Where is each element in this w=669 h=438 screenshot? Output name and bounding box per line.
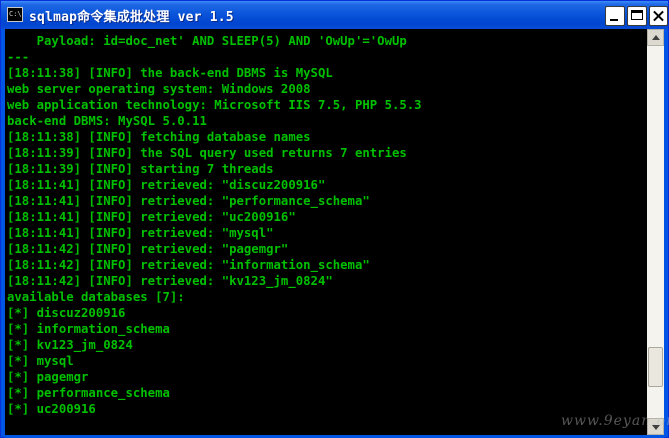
console-line: [*] uc200916	[7, 402, 96, 416]
console-line: [18:11:41] [INFO] retrieved: "performanc…	[7, 194, 370, 208]
console-app-icon[interactable]: C:\	[7, 7, 23, 22]
console-line: Payload: id=doc_net' AND SLEEP(5) AND 'O…	[7, 34, 407, 48]
console-line: ---	[7, 50, 30, 64]
minimize-icon	[610, 19, 618, 21]
watermark: www.9eyan.org	[561, 413, 669, 429]
console-line: available databases [7]:	[7, 290, 185, 304]
console-line: [*] mysql	[7, 354, 74, 368]
console-line: [18:11:42] [INFO] retrieved: "informatio…	[7, 258, 370, 272]
close-icon	[650, 7, 667, 25]
console-line: [*] performance_schema	[7, 386, 170, 400]
maximize-button[interactable]	[627, 6, 647, 26]
console-line: [18:11:41] [INFO] retrieved: "mysql"	[7, 226, 274, 240]
arrow-up-icon	[652, 35, 660, 40]
maximize-icon	[631, 10, 643, 20]
console-line: [*] pagemgr	[7, 370, 89, 384]
scroll-up-button[interactable]	[647, 29, 664, 46]
minimize-button[interactable]	[605, 6, 625, 26]
console-line: [18:11:41] [INFO] retrieved: "uc200916"	[7, 210, 296, 224]
console-line: [18:11:38] [INFO] fetching database name…	[7, 130, 311, 144]
console-output[interactable]: Payload: id=doc_net' AND SLEEP(5) AND 'O…	[5, 29, 647, 435]
console-window: C:\ sqlmap命令集成批处理 ver 1.5 Payload: id=do…	[0, 0, 669, 438]
console-line: back-end DBMS: MySQL 5.0.11	[7, 114, 207, 128]
console-line: [18:11:42] [INFO] retrieved: "kv123_jm_0…	[7, 274, 333, 288]
console-line: [18:11:42] [INFO] retrieved: "pagemgr"	[7, 242, 289, 256]
console-line: [18:11:41] [INFO] retrieved: "discuz2009…	[7, 178, 326, 192]
console-line: web application technology: Microsoft II…	[7, 98, 422, 112]
console-line: [*] information_schema	[7, 322, 170, 336]
console-line: [18:11:39] [INFO] the SQL query used ret…	[7, 146, 407, 160]
console-line: [18:11:38] [INFO] the back-end DBMS is M…	[7, 66, 333, 80]
window-title: sqlmap命令集成批处理 ver 1.5	[29, 10, 234, 25]
console-line: [*] kv123_jm_0824	[7, 338, 133, 352]
title-bar[interactable]: C:\ sqlmap命令集成批处理 ver 1.5	[1, 1, 668, 29]
console-line: [18:11:39] [INFO] starting 7 threads	[7, 162, 274, 176]
console-line: web server operating system: Windows 200…	[7, 82, 311, 96]
vertical-scrollbar[interactable]	[647, 29, 664, 435]
close-button[interactable]	[649, 6, 668, 26]
scrollbar-thumb[interactable]	[648, 347, 663, 387]
console-line: [*] discuz200916	[7, 306, 126, 320]
